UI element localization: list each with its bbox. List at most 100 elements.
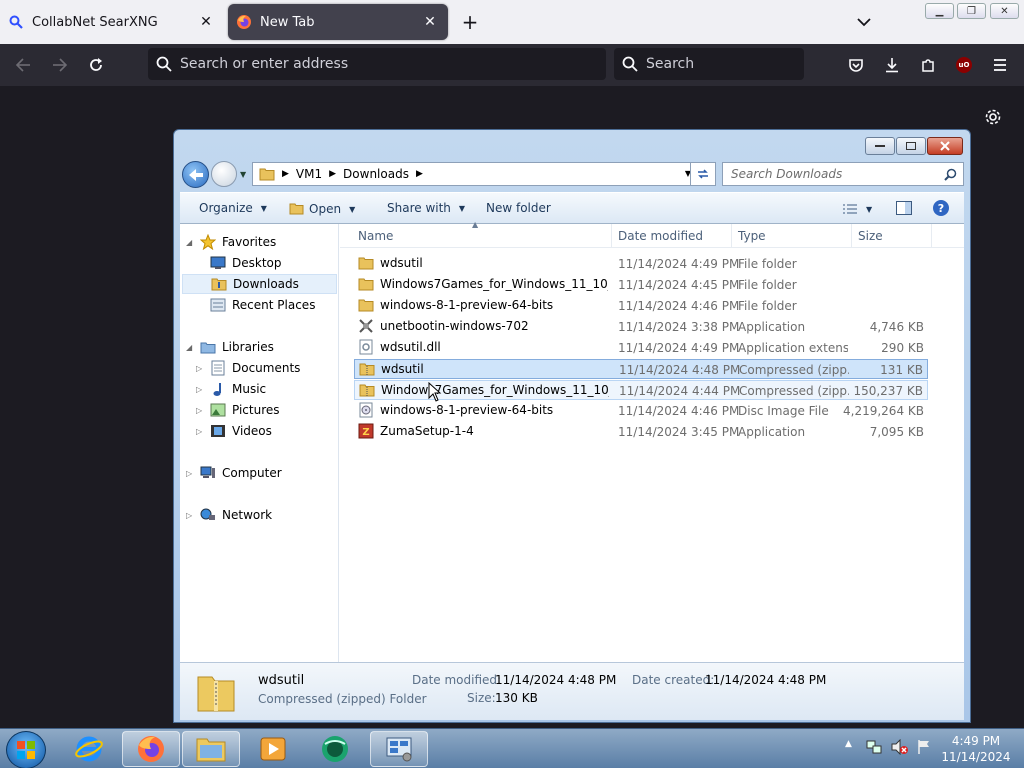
minimize-window-icon[interactable]: ▁	[925, 3, 954, 19]
explorer-command-bar: Organize ▼ Open ▼ Share with ▼ New folder ▼…	[180, 192, 964, 224]
details-date-created-label: Date created:	[632, 673, 715, 687]
svg-text:Z: Z	[362, 427, 369, 438]
organize-button[interactable]: Organize ▼	[199, 201, 267, 215]
column-header-date[interactable]: Date modified	[614, 224, 732, 248]
expand-arrow-icon[interactable]: ▷	[196, 385, 202, 394]
taskbar-control-panel[interactable]	[370, 731, 428, 767]
nav-libraries[interactable]: ◢ Libraries	[186, 337, 274, 357]
newtab-settings-gear-icon[interactable]	[982, 106, 1004, 128]
taskbar-internet-explorer[interactable]	[60, 731, 118, 767]
change-view-button[interactable]: ▼	[842, 201, 872, 217]
downloads-icon[interactable]	[879, 53, 905, 77]
nav-network[interactable]: ▷ Network	[186, 505, 272, 525]
taskbar-media-player[interactable]	[244, 731, 302, 767]
nav-favorites[interactable]: ◢ Favorites	[186, 232, 276, 252]
clock-time: 4:49 PM	[951, 734, 1001, 748]
expand-arrow-icon[interactable]: ▷	[186, 511, 192, 520]
breadcrumb[interactable]: ▶ VM1 ▶ Downloads ▶ ▼	[252, 162, 696, 186]
breadcrumb-item-downloads[interactable]: Downloads	[343, 167, 409, 181]
close-window-icon[interactable]: ✕	[990, 3, 1019, 19]
file-row[interactable]: Z ZumaSetup-1-4 11/14/2024 3:45 PM Applic…	[354, 422, 928, 442]
file-name: windows-8-1-preview-64-bits	[380, 298, 554, 312]
taskbar-clock[interactable]: 4:49 PM 11/14/2024	[936, 733, 1016, 765]
help-icon[interactable]: ?	[932, 199, 950, 217]
file-row-selected[interactable]: wdsutil 11/14/2024 4:48 PM Compressed (z…	[354, 359, 928, 379]
expand-arrow-icon[interactable]: ▷	[196, 427, 202, 436]
close-window-icon[interactable]	[927, 137, 963, 155]
file-type: File folder	[738, 299, 797, 313]
close-tab-icon[interactable]: ✕	[196, 12, 216, 32]
column-header-type[interactable]: Type	[734, 224, 852, 248]
file-row[interactable]: unetbootin-windows-702 11/14/2024 3:38 P…	[354, 317, 928, 337]
back-arrow-icon[interactable]	[182, 161, 209, 188]
new-folder-button[interactable]: New folder	[486, 201, 551, 215]
file-row[interactable]: wdsutil 11/14/2024 4:49 PM File folder	[354, 254, 928, 274]
column-header-name[interactable]: Name ▲	[354, 220, 612, 248]
file-name: Windows7Games_for_Windows_11_10_8	[381, 383, 609, 397]
expand-arrow-icon[interactable]: ▷	[196, 406, 202, 415]
recent-pages-chevron-icon[interactable]: ▼	[240, 170, 246, 179]
refresh-icon[interactable]	[690, 162, 716, 186]
nav-pictures[interactable]: ▷ Pictures	[196, 400, 280, 420]
taskbar-app-globe[interactable]	[306, 731, 364, 767]
forward-arrow-icon[interactable]	[47, 53, 73, 77]
tab-new-tab[interactable]: New Tab ✕	[228, 4, 448, 40]
open-button[interactable]: Open ▼	[289, 201, 355, 217]
action-center-flag-icon[interactable]	[916, 739, 932, 758]
forward-arrow-icon[interactable]	[211, 161, 237, 187]
hamburger-menu-icon[interactable]	[987, 53, 1013, 77]
volume-muted-icon[interactable]	[891, 738, 909, 758]
file-type: File folder	[738, 278, 797, 292]
taskbar-firefox[interactable]	[122, 731, 180, 767]
preview-pane-icon[interactable]	[896, 201, 912, 215]
search-downloads-input[interactable]: Search Downloads	[722, 162, 964, 186]
nav-videos[interactable]: ▷ Videos	[196, 421, 272, 441]
search-icon	[622, 56, 638, 72]
file-row[interactable]: windows-8-1-preview-64-bits 11/14/2024 4…	[354, 296, 928, 316]
tab-collabnet-searxng[interactable]: CollabNet SearXNG ✕	[0, 4, 224, 40]
nav-desktop[interactable]: Desktop	[210, 253, 282, 273]
file-type: Application	[738, 320, 806, 334]
extensions-puzzle-icon[interactable]	[915, 53, 941, 77]
file-size: 4,219,264 KB	[843, 404, 924, 418]
file-row[interactable]: Windows7Games_for_Windows_11_10_8 11/14/…	[354, 275, 928, 295]
recent-places-icon	[210, 297, 226, 313]
collapse-arrow-icon[interactable]: ◢	[186, 238, 192, 247]
share-with-button[interactable]: Share with ▼	[387, 201, 465, 215]
collapse-arrow-icon[interactable]: ◢	[186, 343, 192, 352]
file-row[interactable]: wdsutil.dll 11/14/2024 4:49 PM Applicati…	[354, 338, 928, 358]
maximize-window-icon[interactable]	[896, 137, 926, 155]
back-arrow-icon[interactable]	[10, 53, 36, 77]
url-bar[interactable]: Search or enter address	[148, 48, 606, 80]
file-row[interactable]: windows-8-1-preview-64-bits 11/14/2024 4…	[354, 401, 928, 421]
close-tab-icon[interactable]: ✕	[420, 12, 440, 32]
new-tab-plus-icon[interactable]: +	[458, 10, 482, 34]
start-button[interactable]	[6, 731, 46, 768]
nav-documents[interactable]: ▷ Documents	[196, 358, 300, 378]
column-header-size[interactable]: Size	[854, 224, 932, 248]
nav-recent-places[interactable]: Recent Places	[210, 295, 315, 315]
nav-music[interactable]: ▷ Music	[196, 379, 266, 399]
minimize-window-icon[interactable]	[865, 137, 895, 155]
restore-window-icon[interactable]: ❐	[957, 3, 986, 19]
nav-computer[interactable]: ▷ Computer	[186, 463, 282, 483]
expand-arrow-icon[interactable]: ▷	[196, 364, 202, 373]
nav-downloads[interactable]: Downloads	[182, 274, 337, 294]
nav-label: Videos	[232, 424, 272, 438]
list-all-tabs-chevron-icon[interactable]	[852, 10, 876, 34]
expand-arrow-icon[interactable]: ▷	[186, 469, 192, 478]
ublock-origin-icon[interactable]: uO	[951, 53, 977, 77]
taskbar-windows-explorer[interactable]	[182, 731, 240, 767]
search-icon[interactable]	[944, 168, 957, 181]
network-icon	[200, 507, 216, 523]
search-bar[interactable]: Search	[614, 48, 804, 80]
nav-label: Pictures	[232, 403, 280, 417]
breadcrumb-item-vm1[interactable]: VM1	[296, 167, 322, 181]
pocket-icon[interactable]	[843, 53, 869, 77]
browser-nav-bar: Search or enter address Search uO	[0, 44, 1024, 86]
folder-icon	[358, 255, 374, 271]
show-hidden-icons-icon[interactable]: ▲	[845, 739, 852, 749]
svg-text:?: ?	[938, 202, 944, 215]
network-tray-icon[interactable]	[866, 739, 882, 758]
reload-icon[interactable]	[83, 53, 109, 77]
